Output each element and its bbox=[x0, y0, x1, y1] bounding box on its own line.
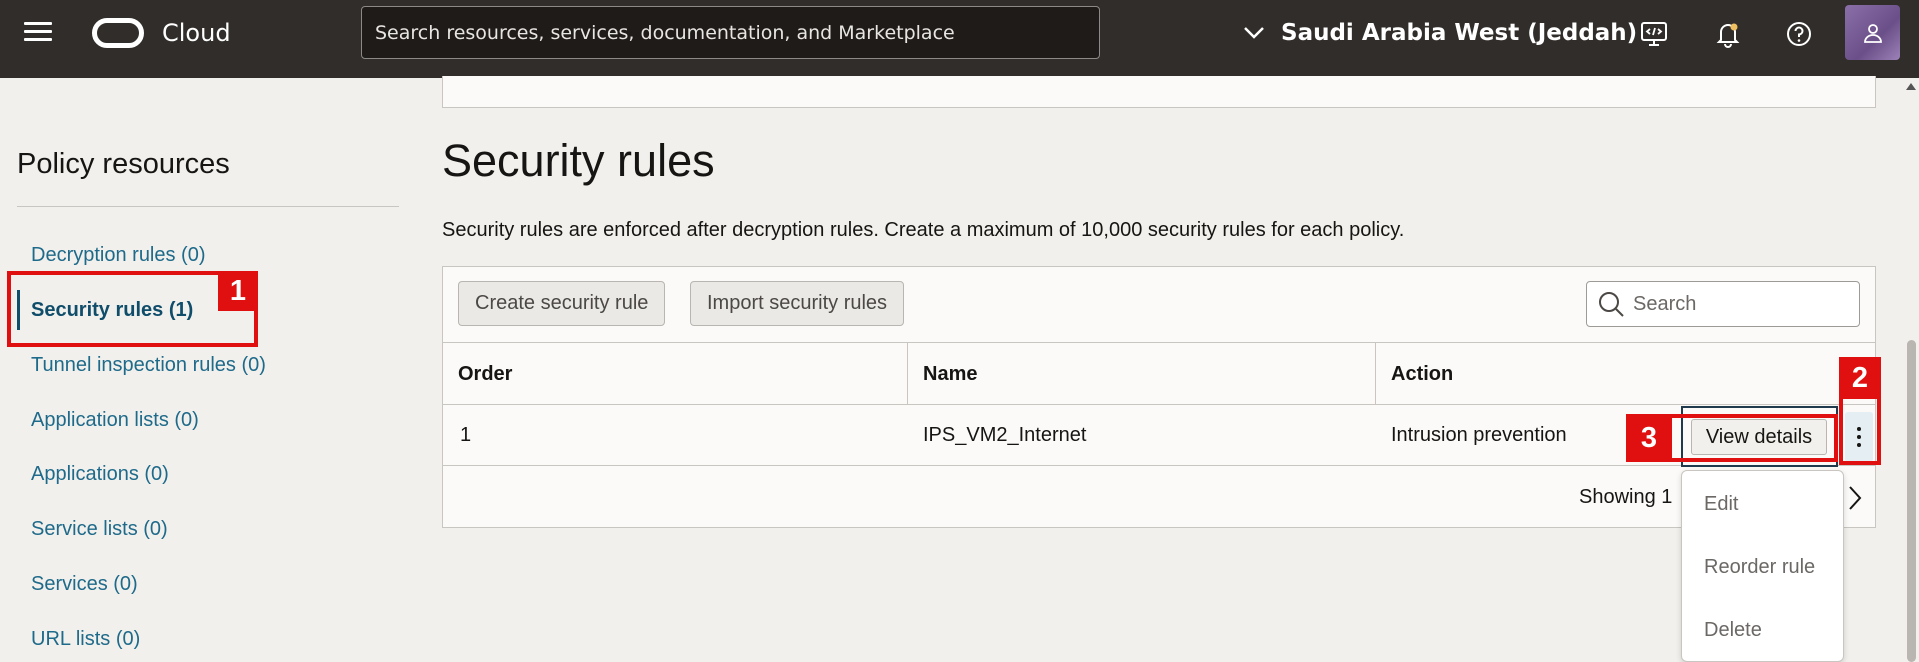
search-icon bbox=[1599, 292, 1624, 317]
sidebar-divider bbox=[17, 206, 399, 207]
help-icon[interactable] bbox=[1783, 18, 1815, 50]
chevron-down-icon bbox=[1244, 27, 1264, 39]
cloud-shell-icon[interactable] bbox=[1638, 18, 1670, 50]
column-header-name[interactable]: Name bbox=[923, 363, 977, 386]
sidebar-item-applications[interactable]: Applications (0) bbox=[31, 463, 169, 486]
menu-icon[interactable] bbox=[22, 17, 54, 49]
page-description: Security rules are enforced after decryp… bbox=[442, 219, 1405, 241]
cell-name: IPS_VM2_Internet bbox=[923, 424, 1087, 446]
table-search-input[interactable]: Search bbox=[1586, 281, 1860, 327]
sidebar-item-decryption-rules[interactable]: Decryption rules (0) bbox=[31, 244, 206, 267]
create-security-rule-button[interactable]: Create security rule bbox=[458, 281, 666, 326]
region-label: Saudi Arabia West (Jeddah) bbox=[1281, 20, 1638, 46]
cell-action: Intrusion prevention bbox=[1391, 424, 1567, 446]
sidebar-item-services[interactable]: Services (0) bbox=[31, 573, 138, 596]
sidebar-item-application-lists[interactable]: Application lists (0) bbox=[31, 409, 199, 432]
scroll-up-arrow-icon[interactable] bbox=[1906, 83, 1916, 90]
oracle-logo-icon bbox=[92, 18, 144, 48]
sidebar-title: Policy resources bbox=[17, 148, 230, 180]
notifications-bell-icon[interactable] bbox=[1712, 18, 1744, 50]
top-navigation-bar: Cloud Search resources, services, docume… bbox=[0, 0, 1919, 78]
menu-item-delete[interactable]: Delete bbox=[1704, 619, 1762, 642]
page-title: Security rules bbox=[442, 135, 715, 186]
cell-order: 1 bbox=[460, 424, 472, 446]
chevron-right-icon[interactable] bbox=[1845, 483, 1865, 518]
previous-section-panel bbox=[442, 76, 1876, 108]
sidebar-item-url-lists[interactable]: URL lists (0) bbox=[31, 628, 140, 651]
callout-number-3: 3 bbox=[1626, 414, 1672, 462]
user-avatar[interactable] bbox=[1845, 5, 1900, 60]
column-divider bbox=[907, 343, 908, 404]
table-header-row bbox=[443, 342, 1875, 405]
scrollbar-thumb[interactable] bbox=[1907, 340, 1916, 662]
oracle-cloud-logo[interactable]: Cloud bbox=[92, 18, 231, 48]
global-search-input[interactable]: Search resources, services, documentatio… bbox=[361, 6, 1100, 59]
row-divider bbox=[443, 465, 1875, 466]
menu-item-reorder-rule[interactable]: Reorder rule bbox=[1704, 556, 1815, 579]
brand-label: Cloud bbox=[162, 19, 231, 47]
callout-number-2: 2 bbox=[1839, 357, 1881, 399]
region-selector[interactable]: Saudi Arabia West (Jeddah) bbox=[1243, 14, 1637, 52]
sidebar-item-tunnel-inspection-rules[interactable]: Tunnel inspection rules (0) bbox=[31, 354, 266, 377]
import-security-rules-button[interactable]: Import security rules bbox=[690, 281, 905, 326]
column-divider bbox=[1375, 343, 1376, 404]
user-icon bbox=[1863, 23, 1882, 43]
column-header-order[interactable]: Order bbox=[458, 363, 512, 386]
row-actions-menu: Edit Reorder rule Delete bbox=[1681, 470, 1844, 662]
menu-item-edit[interactable]: Edit bbox=[1704, 493, 1738, 516]
column-header-action[interactable]: Action bbox=[1391, 363, 1453, 386]
table-search-placeholder: Search bbox=[1633, 292, 1697, 315]
pagination-status: Showing 1 bbox=[1579, 486, 1673, 508]
callout-number-1: 1 bbox=[218, 271, 258, 311]
sidebar-item-service-lists[interactable]: Service lists (0) bbox=[31, 518, 168, 541]
